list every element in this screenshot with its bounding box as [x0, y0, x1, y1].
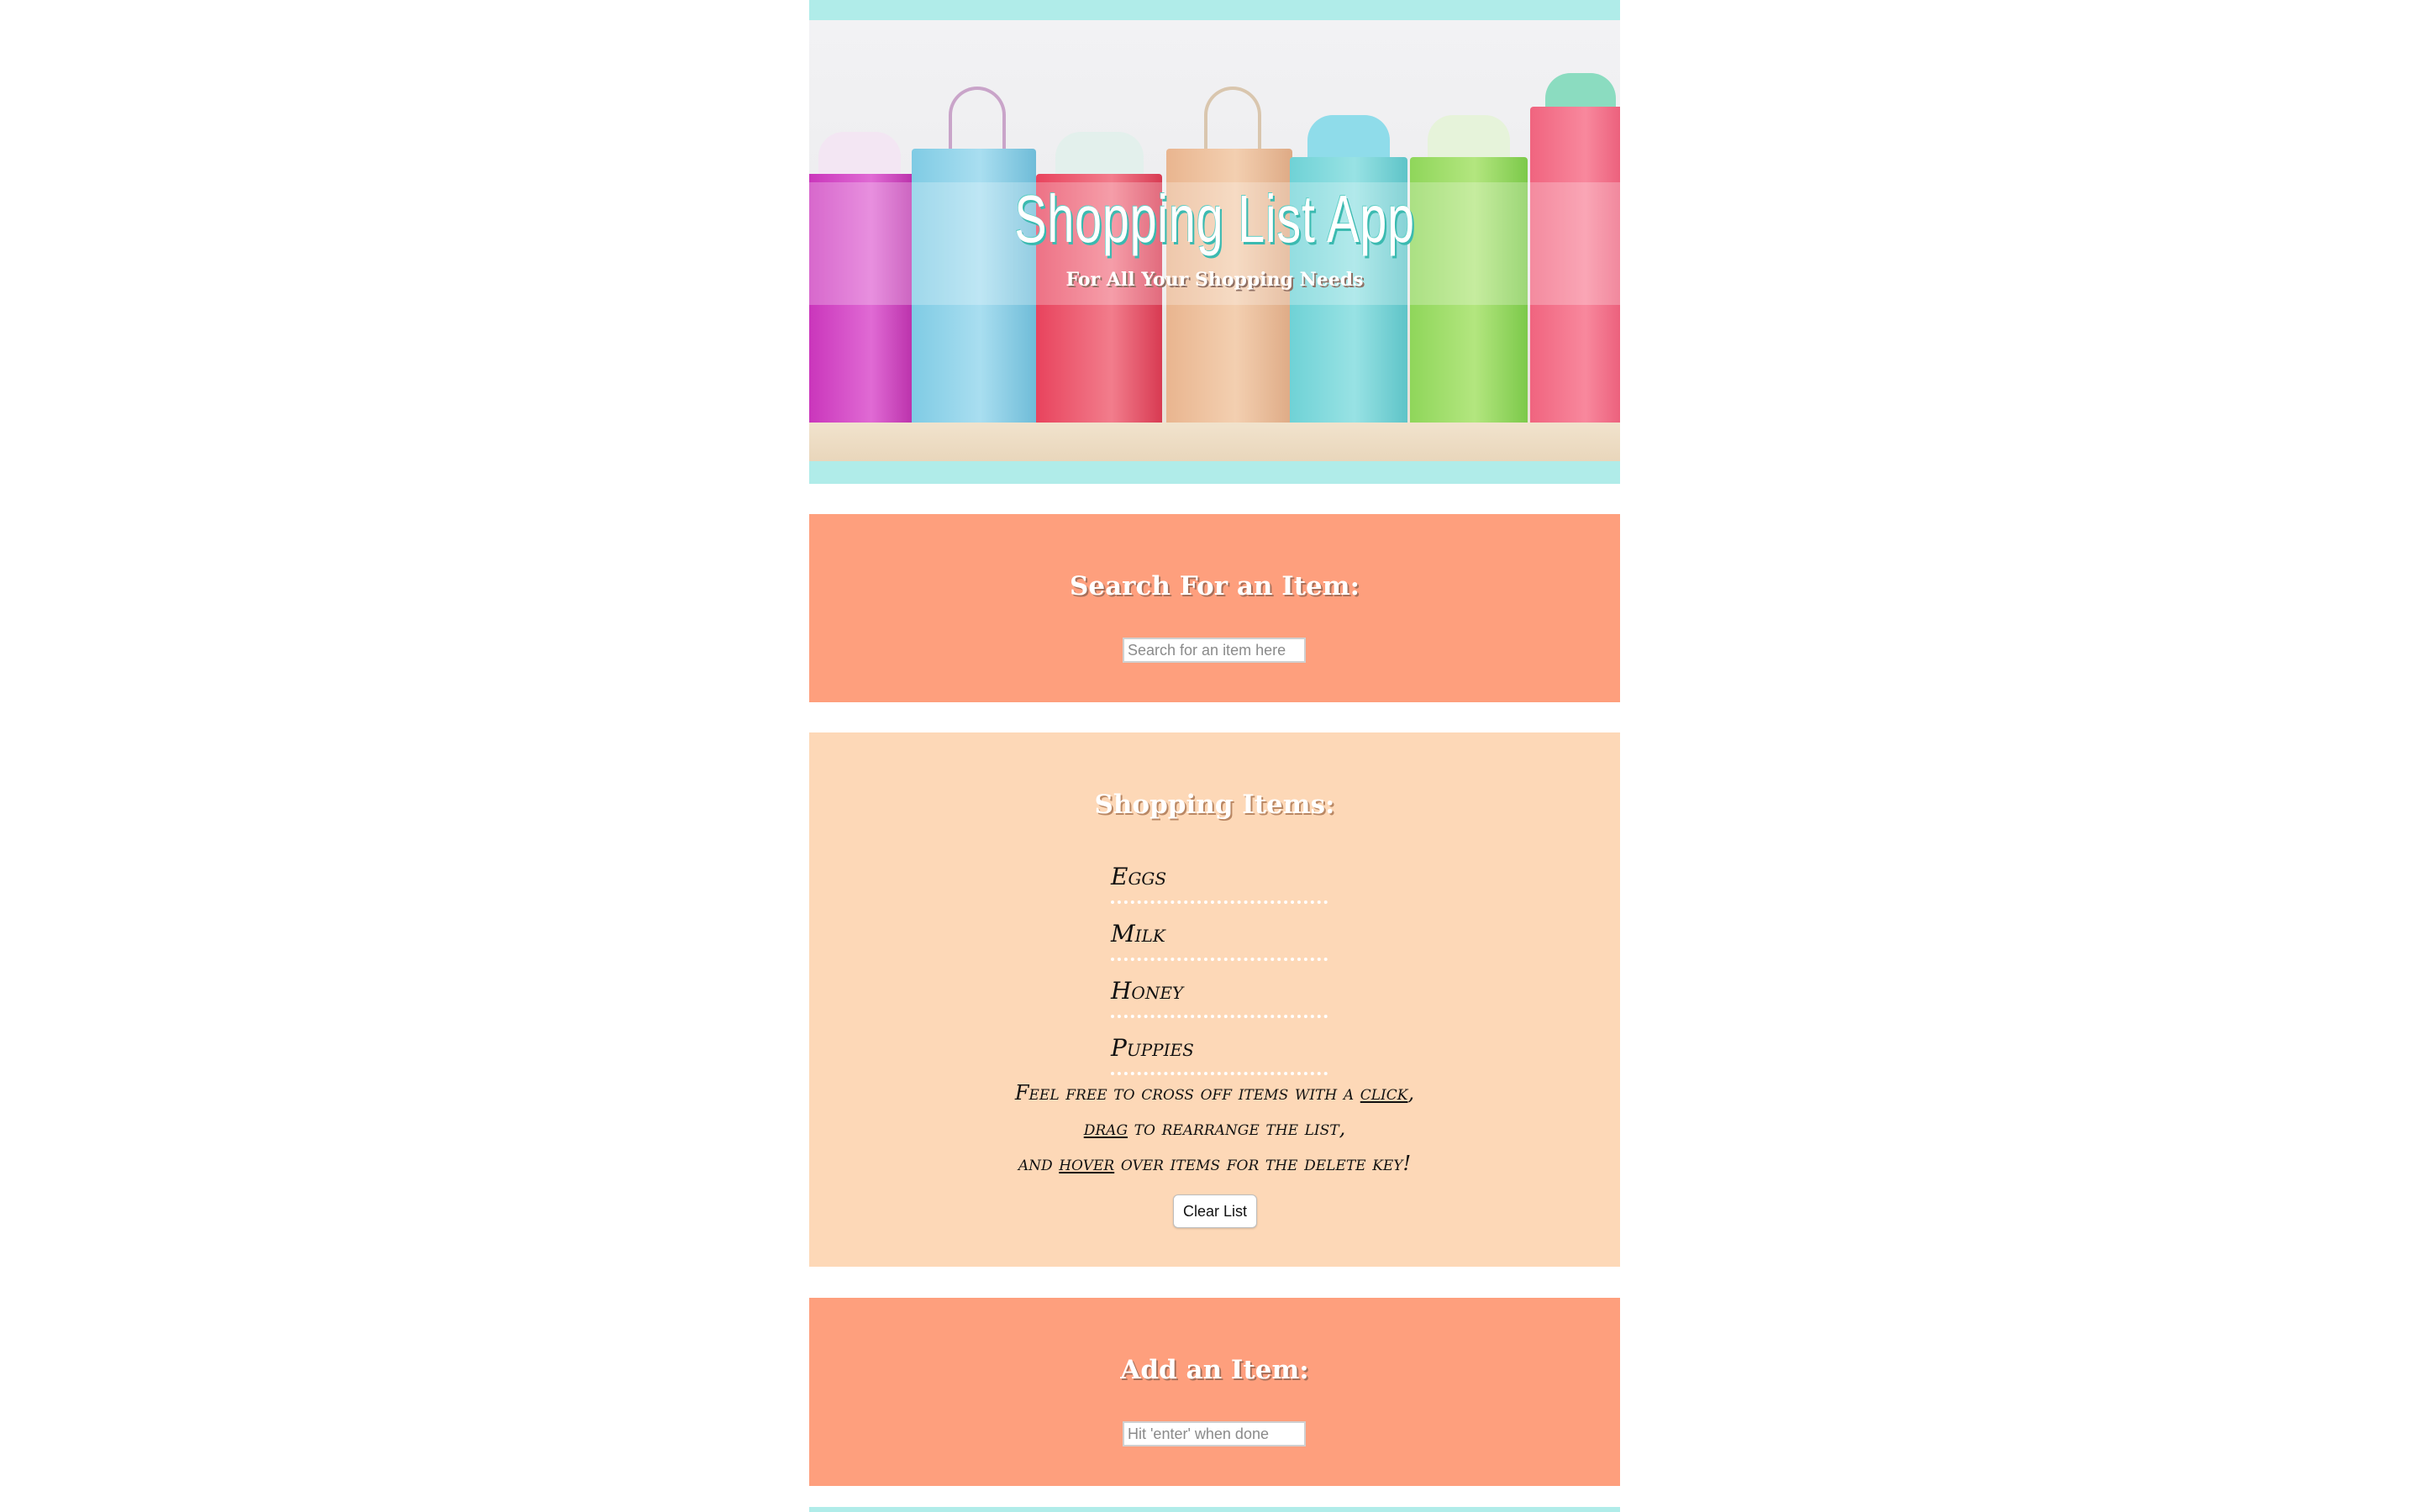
items-panel: Shopping Items: Eggs Milk Honey Puppies … [809, 732, 1620, 1267]
clear-list-button[interactable]: Clear List [1173, 1194, 1257, 1228]
page-title: Shopping List App [1014, 181, 1415, 256]
list-item-label: Honey [1111, 977, 1184, 1005]
instructions-line-3: and hover over items for the delete key! [809, 1146, 1620, 1181]
page-subtitle: For All Your Shopping Needs [1065, 269, 1364, 291]
list-item[interactable]: Eggs [1111, 850, 1328, 904]
shopping-list: Eggs Milk Honey Puppies [1111, 850, 1328, 1079]
instructions-line-2: drag to rearrange the list, [809, 1110, 1620, 1146]
instructions-text-part: over items for the delete key! [1114, 1152, 1412, 1175]
add-heading: Add an Item: [1120, 1355, 1309, 1385]
instructions-text-part: Feel free to cross off items with a [1014, 1081, 1360, 1105]
list-item[interactable]: Milk [1111, 907, 1328, 961]
list-item-label: Puppies [1111, 1034, 1194, 1062]
list-item-label: Milk [1111, 920, 1165, 948]
footer-band [809, 1507, 1620, 1512]
instructions-text-part: and [1018, 1152, 1060, 1175]
instructions-keyword-click: click [1360, 1081, 1408, 1105]
list-item[interactable]: Puppies [1111, 1021, 1328, 1075]
add-item-input[interactable] [1123, 1421, 1306, 1446]
search-heading: Search For an Item: [1069, 571, 1360, 601]
items-heading: Shopping Items: [1094, 790, 1335, 820]
add-panel: Add an Item: [809, 1298, 1620, 1486]
instructions-line-1: Feel free to cross off items with a clic… [809, 1075, 1620, 1110]
list-item[interactable]: Honey [1111, 964, 1328, 1018]
instructions-keyword-drag: drag [1083, 1116, 1128, 1140]
instructions-text-part: to rearrange the list, [1128, 1116, 1346, 1140]
instructions-keyword-hover: hover [1059, 1152, 1115, 1175]
instructions-text-part: , [1407, 1081, 1415, 1105]
list-item-label: Eggs [1111, 863, 1167, 890]
floor [809, 423, 1620, 461]
search-input[interactable] [1123, 638, 1306, 663]
instructions-text: Feel free to cross off items with a clic… [809, 1075, 1620, 1181]
search-panel: Search For an Item: [809, 514, 1620, 702]
